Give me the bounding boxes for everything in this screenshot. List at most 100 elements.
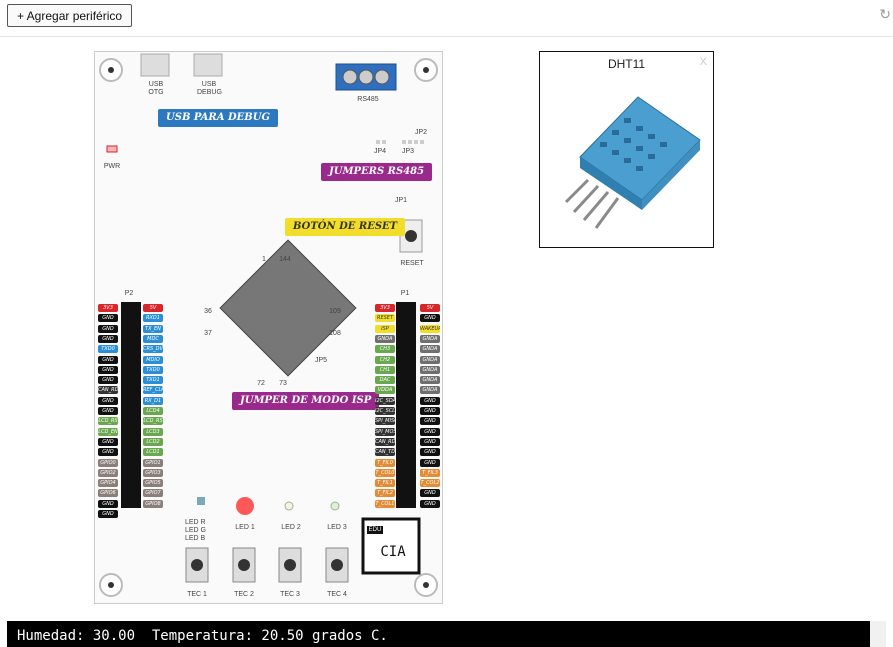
pin-label: 5V xyxy=(143,304,163,312)
tec-buttons xyxy=(185,547,349,583)
pin-label: TXD0 xyxy=(143,365,163,374)
led-rgb-label: LED R LED G LED B xyxy=(185,519,207,542)
pin-label: 5V xyxy=(420,304,440,312)
pin-label: GND xyxy=(420,396,440,405)
pwr-label: PWR xyxy=(103,163,121,170)
pin-label: CH3 xyxy=(375,345,395,354)
jp5-label: JP5 xyxy=(314,357,328,364)
pin-label: GND xyxy=(98,407,118,415)
rs485-terminal xyxy=(335,63,397,91)
pin-label: GND xyxy=(420,427,440,436)
pin-label: LCD4 xyxy=(143,407,163,415)
pin-label: GNDA xyxy=(420,345,440,354)
pin-label: T_FIL2 xyxy=(375,489,395,498)
pin-label: T_COL2 xyxy=(420,479,440,488)
pin-label: GPIO6 xyxy=(98,489,118,498)
chip-pin-73: 73 xyxy=(279,380,287,387)
edu-label: EDU xyxy=(367,526,383,534)
pin-label: GND xyxy=(420,437,440,446)
pin-label: GND xyxy=(420,499,440,508)
serial-console: Humedad: 30.00 Temperatura: 20.50 grados… xyxy=(7,621,870,647)
pin-label: GPIO1 xyxy=(143,458,163,467)
tec2-label[interactable]: TEC 2 xyxy=(231,591,257,599)
pin-label: GND xyxy=(420,314,440,323)
pin-label: GND xyxy=(420,448,440,457)
pin-label: GPIO4 xyxy=(98,479,118,488)
pin-label: MDIO xyxy=(143,355,163,364)
pin-label: GNDA xyxy=(375,334,395,343)
refresh-icon[interactable]: ↻ xyxy=(879,6,891,23)
led2-label: LED 2 xyxy=(281,524,301,531)
chip-pin-108: 108 xyxy=(329,330,341,337)
pin-label: GND xyxy=(420,407,440,415)
rs485-label: RS485 xyxy=(357,96,379,103)
pin-label: GNDA xyxy=(420,355,440,364)
jumper-pins xyxy=(376,140,424,144)
tec3-label[interactable]: TEC 3 xyxy=(277,591,303,599)
led3-label: LED 3 xyxy=(327,524,347,531)
chip-pin-36: 36 xyxy=(204,308,212,315)
pin-label: T_FIL3 xyxy=(420,468,440,477)
jp2-label: JP2 xyxy=(414,129,428,136)
usb-connector xyxy=(140,53,223,77)
edu-ciaa-board: USB OTG USB DEBUG RS485 USB PARA DEBUG P… xyxy=(94,51,443,604)
p1-label: P1 xyxy=(400,290,410,297)
pin-label: SPI_MOSI xyxy=(375,427,395,436)
jp3-label: JP3 xyxy=(401,148,415,155)
usb-debug-label: USB DEBUG xyxy=(197,81,222,96)
pin-label: CAN_RD xyxy=(98,386,118,395)
pin-label: TXD1 xyxy=(143,376,163,385)
pin-label: LCD2 xyxy=(143,437,163,446)
pin-label: RX_D1 xyxy=(143,396,163,405)
pin-label: LCD1 xyxy=(143,448,163,457)
pin-label: CAN_RD xyxy=(375,437,395,446)
pin-label: GND xyxy=(98,334,118,343)
pin-label: LCD_RS xyxy=(98,417,118,426)
pin-label: I2C_SDA xyxy=(375,396,395,405)
pin-label: GND xyxy=(98,499,118,508)
chip-pin-37: 37 xyxy=(204,330,212,337)
p2-label: P2 xyxy=(124,290,134,297)
tag-jumpers-rs485: JUMPERS RS485 xyxy=(321,163,433,181)
console-scrollbar[interactable] xyxy=(870,621,886,647)
pin-label: GND xyxy=(98,448,118,457)
tag-usb-debug: USB PARA DEBUG xyxy=(158,109,278,127)
pin-label: T_FIL1 xyxy=(375,479,395,488)
pin-label: CAN_TD xyxy=(375,448,395,457)
dht11-sensor-image xyxy=(564,96,701,229)
pin-label: REF_CLK xyxy=(143,386,163,395)
pin-label: LCD_EN xyxy=(98,427,118,436)
pin-label: GND xyxy=(98,510,118,518)
pin-label: GND xyxy=(98,376,118,385)
dht11-peripheral[interactable]: DHT11 X xyxy=(539,51,714,248)
toolbar: + Agregar periférico ↻ xyxy=(0,0,893,37)
chip-pin-144: 144 xyxy=(279,256,291,263)
p1-header xyxy=(396,302,416,508)
reset-label: RESET xyxy=(400,260,424,267)
pin-label: RXD1 xyxy=(143,314,163,323)
pin-label: GPIO3 xyxy=(143,468,163,477)
pin-label: ISP xyxy=(375,324,395,333)
chip-pin-72: 72 xyxy=(257,380,265,387)
pin-label: GND xyxy=(98,324,118,333)
pin-label: GPIO7 xyxy=(143,489,163,498)
pin-label: T_COL1 xyxy=(375,499,395,508)
pin-label: I2C_SCL xyxy=(375,407,395,415)
tec1-label[interactable]: TEC 1 xyxy=(184,591,210,599)
chip-pin-109: 109 xyxy=(329,308,341,315)
pin-label: GNDA xyxy=(420,365,440,374)
pin-label: RESET xyxy=(375,314,395,323)
pwr-led xyxy=(106,145,118,153)
add-peripheral-button[interactable]: + Agregar periférico xyxy=(7,4,133,27)
pin-label: GPIO0 xyxy=(98,458,118,467)
pin-label: MDC xyxy=(143,334,163,343)
pin-label: GND xyxy=(420,489,440,498)
led-indicators xyxy=(197,497,340,515)
pin-label: WAKEUP xyxy=(420,324,440,333)
ciaa-logo-text: CIA xyxy=(380,544,406,560)
pin-label: 3V3 xyxy=(98,304,118,312)
pin-label: T_FIL0 xyxy=(375,458,395,467)
jp4-label: JP4 xyxy=(373,148,387,155)
chip-pin-1: 1 xyxy=(262,256,266,263)
tec4-label[interactable]: TEC 4 xyxy=(324,591,350,599)
